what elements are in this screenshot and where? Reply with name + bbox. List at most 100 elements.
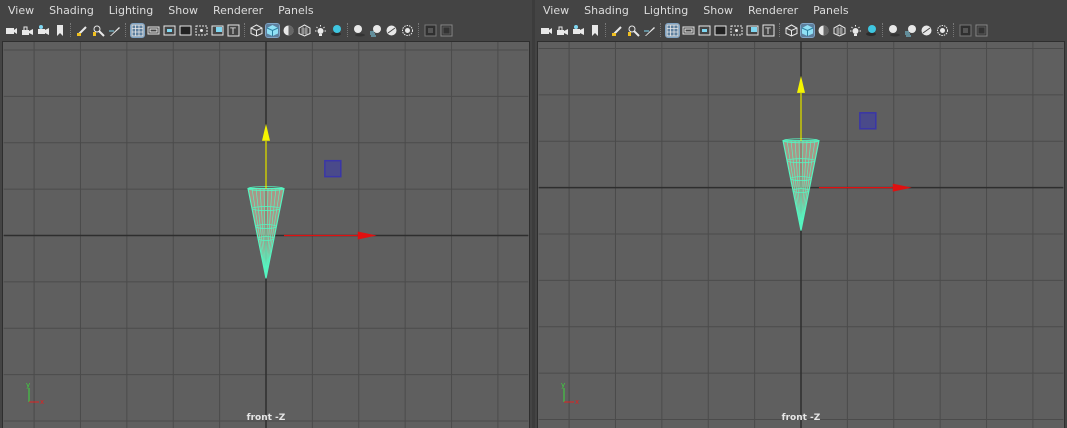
panel-toolbar: T <box>537 19 1065 41</box>
scene-canvas[interactable] <box>3 42 529 428</box>
textured-icon[interactable] <box>833 23 846 37</box>
toolbar-separator <box>660 23 663 37</box>
wireframe-icon[interactable] <box>250 23 263 37</box>
locator-cube <box>859 112 877 130</box>
depth-of-field-icon[interactable] <box>936 24 949 37</box>
screen-space-ao-icon[interactable] <box>888 24 901 37</box>
model-panel-left: View Shading Lighting Show Renderer Pane… <box>0 0 532 428</box>
grease-pencil-icon[interactable] <box>108 24 121 37</box>
resolution-gate-icon[interactable] <box>163 24 176 37</box>
wireframe-on-shaded-icon[interactable] <box>282 24 295 37</box>
menu-shading[interactable]: Shading <box>42 4 102 17</box>
safe-title-icon[interactable]: T <box>762 24 775 37</box>
bookmark-icon[interactable] <box>588 24 601 37</box>
image-plane-icon[interactable] <box>76 24 89 37</box>
axis-x-label: x <box>575 398 579 406</box>
lock-camera-icon[interactable] <box>556 24 569 37</box>
shadows-icon[interactable] <box>330 24 343 37</box>
axis-x-label: x <box>40 398 44 406</box>
film-gate-icon[interactable] <box>682 24 695 37</box>
isolate-select-icon[interactable] <box>959 24 972 37</box>
camera-label: front -Z <box>246 413 286 423</box>
film-gate-icon[interactable] <box>147 24 160 37</box>
camera-icon[interactable] <box>540 24 553 37</box>
field-chart-icon[interactable] <box>195 24 208 37</box>
cone-mesh <box>247 186 285 279</box>
viewport-front[interactable]: y x front -Z <box>537 41 1065 428</box>
menu-shading[interactable]: Shading <box>577 4 637 17</box>
2d-pan-zoom-icon[interactable] <box>92 24 105 37</box>
camera-icon[interactable] <box>5 24 18 37</box>
motion-blur-icon[interactable] <box>904 24 917 37</box>
xray-icon[interactable] <box>975 24 988 37</box>
toolbar-separator <box>347 23 350 37</box>
resolution-gate-icon[interactable] <box>698 24 711 37</box>
axis-y-label: y <box>561 381 565 389</box>
menu-renderer[interactable]: Renderer <box>741 4 806 17</box>
safe-action-icon[interactable] <box>746 24 759 37</box>
toolbar-separator <box>125 23 128 37</box>
textured-icon[interactable] <box>298 23 311 37</box>
toolbar-separator <box>779 23 782 37</box>
screen-space-ao-icon[interactable] <box>353 24 366 37</box>
menu-lighting[interactable]: Lighting <box>637 4 696 17</box>
axis-y-label: y <box>26 381 30 389</box>
view-axis-indicator: y x <box>26 381 44 406</box>
move-y-arrowhead <box>262 123 270 141</box>
gate-mask-icon[interactable] <box>179 24 192 37</box>
panel-toolbar: T <box>2 19 530 41</box>
panel-menubar: View Shading Lighting Show Renderer Pane… <box>537 2 1065 19</box>
camera-label: front -Z <box>781 413 821 423</box>
wireframe-on-shaded-icon[interactable] <box>817 24 830 37</box>
menu-show[interactable]: Show <box>696 4 741 17</box>
safe-action-icon[interactable] <box>211 24 224 37</box>
menu-show[interactable]: Show <box>161 4 206 17</box>
smooth-shade-icon[interactable] <box>800 22 815 38</box>
grid-icon[interactable] <box>130 22 145 38</box>
smooth-shade-icon[interactable] <box>265 22 280 38</box>
isolate-select-icon[interactable] <box>424 24 437 37</box>
anti-aliasing-icon[interactable] <box>920 24 933 37</box>
view-axis-indicator: y x <box>561 381 579 406</box>
toolbar-separator <box>418 23 421 37</box>
menu-panels[interactable]: Panels <box>271 4 321 17</box>
move-x-arrowhead <box>357 231 377 240</box>
depth-of-field-icon[interactable] <box>401 24 414 37</box>
toolbar-separator <box>953 23 956 37</box>
toolbar-separator <box>70 23 73 37</box>
viewport-front[interactable]: y x front -Z <box>2 41 530 428</box>
xray-icon[interactable] <box>440 24 453 37</box>
scene-canvas[interactable] <box>538 42 1064 428</box>
lock-camera-icon[interactable] <box>21 24 34 37</box>
svg-text:T: T <box>229 27 236 37</box>
menu-lighting[interactable]: Lighting <box>102 4 161 17</box>
locator-cube <box>324 159 342 178</box>
move-y-arrowhead <box>797 75 805 93</box>
toolbar-separator <box>605 23 608 37</box>
use-all-lights-icon[interactable] <box>314 24 327 37</box>
safe-title-icon[interactable]: T <box>227 24 240 37</box>
shadows-icon[interactable] <box>865 24 878 37</box>
grease-pencil-icon[interactable] <box>643 24 656 37</box>
move-x-arrowhead <box>892 183 912 192</box>
image-plane-icon[interactable] <box>611 24 624 37</box>
menu-panels[interactable]: Panels <box>806 4 856 17</box>
motion-blur-icon[interactable] <box>369 24 382 37</box>
menu-renderer[interactable]: Renderer <box>206 4 271 17</box>
wireframe-icon[interactable] <box>785 23 798 37</box>
anti-aliasing-icon[interactable] <box>385 24 398 37</box>
2d-pan-zoom-icon[interactable] <box>627 24 640 37</box>
model-panel-right: View Shading Lighting Show Renderer Pane… <box>535 0 1067 428</box>
camera-attributes-icon[interactable] <box>37 24 50 37</box>
use-all-lights-icon[interactable] <box>849 24 862 37</box>
svg-text:T: T <box>764 27 771 37</box>
menu-view[interactable]: View <box>537 4 577 17</box>
camera-attributes-icon[interactable] <box>572 24 585 37</box>
toolbar-separator <box>882 23 885 37</box>
field-chart-icon[interactable] <box>730 24 743 37</box>
bookmark-icon[interactable] <box>53 24 66 37</box>
toolbar-separator <box>244 23 247 37</box>
menu-view[interactable]: View <box>2 4 42 17</box>
grid-icon[interactable] <box>665 22 680 38</box>
gate-mask-icon[interactable] <box>714 24 727 37</box>
